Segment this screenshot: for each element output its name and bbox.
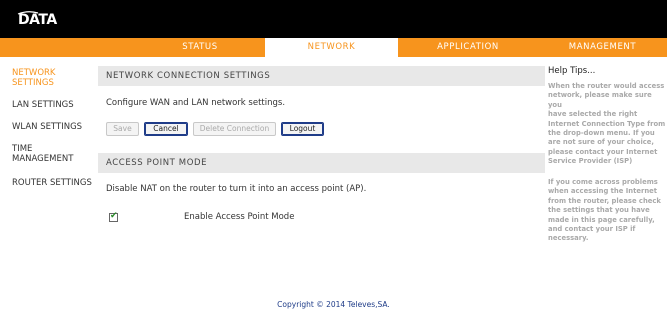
access-point-description: Disable NAT on the router to turn it int… — [106, 184, 367, 194]
svg-text:DATA: DATA — [18, 12, 57, 28]
help-paragraph-2: If you come across problems when accessi… — [548, 178, 661, 243]
logout-button[interactable]: Logout — [281, 122, 324, 136]
help-paragraph-1: When the router would access network, pl… — [548, 82, 666, 166]
network-connection-header: NETWORK CONNECTION SETTINGS — [98, 66, 545, 86]
network-connection-description: Configure WAN and LAN network settings. — [106, 98, 286, 108]
enable-access-point-checkbox[interactable]: ✔ — [109, 211, 118, 222]
nav-status[interactable]: STATUS — [135, 38, 265, 57]
top-bar: DATA — [0, 0, 667, 38]
enable-access-point-label: Enable Access Point Mode — [184, 212, 295, 222]
sidebar-item-wlan-settings[interactable]: WLAN SETTINGS — [12, 122, 82, 132]
data-logo: DATA — [17, 11, 58, 28]
nav-management[interactable]: MANAGEMENT — [538, 38, 667, 57]
sidebar-item-network-settings[interactable]: NETWORK SETTINGS — [12, 68, 56, 88]
nav-network[interactable]: NETWORK — [265, 38, 398, 57]
access-point-header: ACCESS POINT MODE — [98, 153, 545, 173]
connection-button-row: Save Cancel Delete Connection Logout — [106, 122, 406, 136]
check-icon: ✔ — [110, 211, 118, 221]
sidebar-item-lan-settings[interactable]: LAN SETTINGS — [12, 100, 74, 110]
save-button[interactable]: Save — [106, 122, 139, 136]
sidebar-item-time-management[interactable]: TIME MANAGEMENT — [12, 144, 73, 164]
sidebar-item-router-settings[interactable]: ROUTER SETTINGS — [12, 178, 92, 188]
main-nav: STATUS NETWORK APPLICATION MANAGEMENT — [0, 38, 667, 57]
cancel-button[interactable]: Cancel — [144, 122, 188, 136]
delete-connection-button[interactable]: Delete Connection — [193, 122, 276, 136]
nav-application[interactable]: APPLICATION — [398, 38, 538, 57]
footer-copyright: Copyright © 2014 Televes,SA. — [277, 300, 390, 309]
help-title: Help Tips... — [548, 66, 596, 76]
